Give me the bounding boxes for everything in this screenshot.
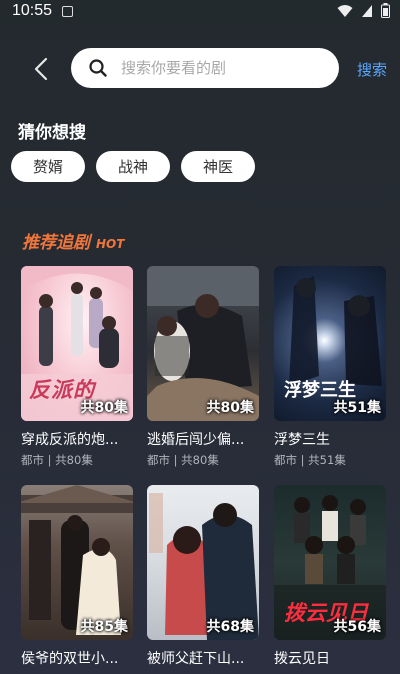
episode-badge: 共51集 [333, 400, 381, 416]
search-button[interactable]: 搜索 [357, 59, 387, 80]
drama-meta: 都市 | 共80集 [21, 453, 93, 467]
drama-card[interactable]: 浮梦三生 共51集 浮梦三生 都市 | 共51集 [274, 266, 386, 468]
drama-poster[interactable]: 共68集 [147, 485, 259, 640]
status-bar: 10:55 [0, 0, 400, 24]
episode-badge: 共85集 [80, 619, 128, 635]
battery-icon [381, 3, 390, 18]
episode-badge: 共56集 [333, 619, 381, 635]
recommend-title: 推荐追剧 [22, 233, 90, 253]
drama-card[interactable]: 共80集 逃婚后闯少偏... 都市 | 共80集 [147, 266, 259, 468]
episode-badge: 共68集 [206, 619, 254, 635]
guess-section-title: 猜你想搜 [18, 123, 86, 143]
search-icon [89, 59, 107, 77]
drama-meta: 都市 | 共51集 [274, 453, 346, 467]
suggestion-chips: 赘婿 战神 神医 [11, 151, 256, 182]
suggestion-chip[interactable]: 神医 [181, 151, 256, 182]
status-time: 10:55 [12, 2, 53, 19]
back-button[interactable] [26, 52, 56, 86]
drama-title: 逃婚后闯少偏... [147, 432, 245, 448]
recommend-header: 推荐追剧 HOT [22, 228, 124, 253]
episode-badge: 共80集 [80, 400, 128, 416]
drama-poster[interactable]: 共85集 [21, 485, 133, 640]
episode-badge: 共80集 [206, 400, 254, 416]
drama-card[interactable]: 共85集 侯爷的双世小... [21, 485, 133, 671]
drama-meta: 都市 | 共80集 [147, 453, 219, 467]
drama-poster[interactable]: 反派的 共80集 [21, 266, 133, 421]
drama-poster[interactable]: 拨云见日 共56集 [274, 485, 386, 640]
drama-title: 被师父赶下山... [147, 651, 245, 667]
search-input[interactable] [119, 58, 313, 78]
drama-poster[interactable]: 共80集 [147, 266, 259, 421]
suggestion-chip[interactable]: 战神 [96, 151, 171, 182]
drama-card[interactable]: 反派的 共80集 穿成反派的炮... 都市 | 共80集 [21, 266, 133, 468]
suggestion-chip[interactable]: 赘婿 [11, 151, 86, 182]
drama-title: 浮梦三生 [274, 432, 330, 448]
drama-card[interactable]: 共68集 被师父赶下山... [147, 485, 259, 671]
wifi-icon [337, 4, 353, 17]
drama-title: 穿成反派的炮... [21, 432, 119, 448]
drama-title: 侯爷的双世小... [21, 651, 119, 667]
hot-label: HOT [96, 237, 125, 251]
notification-icon [62, 6, 73, 17]
signal-icon [362, 4, 372, 17]
drama-poster[interactable]: 浮梦三生 共51集 [274, 266, 386, 421]
drama-title: 拨云见日 [274, 651, 330, 667]
chevron-left-icon [34, 57, 48, 81]
search-box[interactable] [71, 48, 339, 88]
drama-card[interactable]: 拨云见日 共56集 拨云见日 [274, 485, 386, 671]
